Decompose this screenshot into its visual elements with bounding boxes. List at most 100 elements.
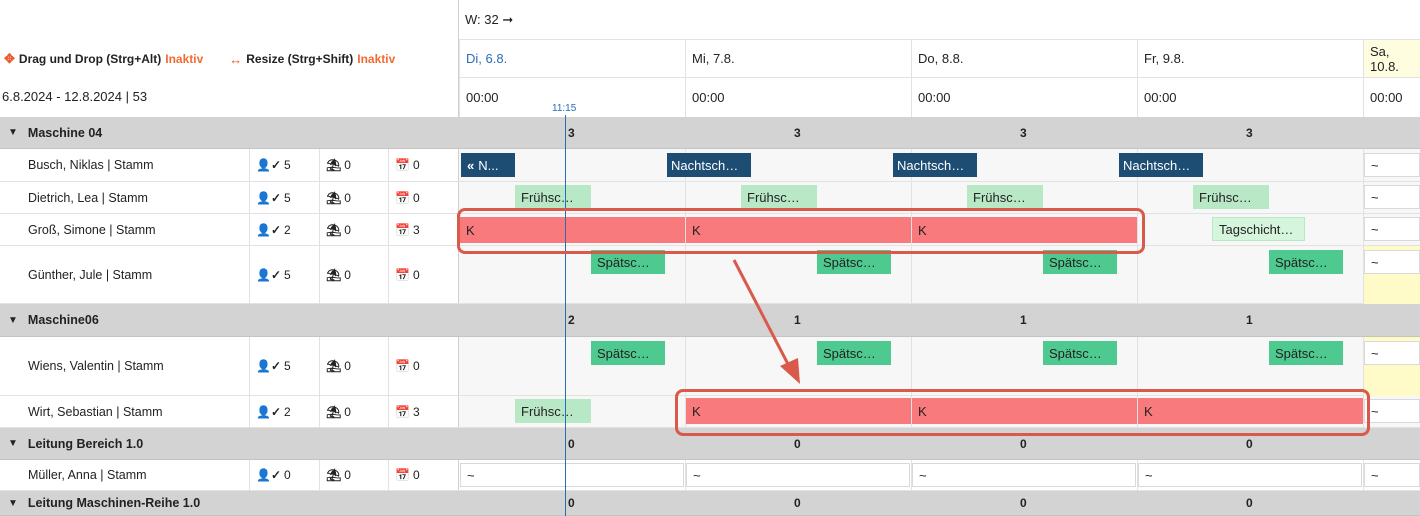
resize-toggle[interactable]: ↔ Resize (Strg+Shift) Inaktiv [225, 52, 395, 67]
group-row-leitung-maschinen-reihe[interactable]: ▼ Leitung Maschinen-Reihe 1.0 0 0 0 0 [0, 491, 1420, 516]
shift-early[interactable]: Frühsc… [515, 399, 591, 423]
empty-shift-cell[interactable]: ~ [912, 463, 1136, 487]
umbrella-icon: ⛱ [326, 267, 342, 282]
caret-down-icon[interactable]: ▼ [8, 438, 18, 449]
shift-late[interactable]: Spätsc… [817, 341, 891, 365]
shift-early[interactable]: Frühsc… [741, 185, 817, 209]
empty-shift-cell[interactable]: ~ [1364, 185, 1420, 209]
highlight-box [457, 208, 1145, 254]
employee-name: Günther, Jule | Stamm [28, 267, 153, 282]
empty-shift-cell[interactable]: ~ [1364, 153, 1420, 177]
group-count: 1 [1020, 313, 1027, 327]
shift-early[interactable]: Frühsc… [967, 185, 1043, 209]
shift-label: N... [478, 157, 499, 173]
shift-early[interactable]: Frühsc… [1193, 185, 1269, 209]
employee-row[interactable]: Günther, Jule | Stamm 👤✓ 5 ⛱ 0 📅 0 [0, 246, 459, 304]
user-check-icon: 👤✓ [256, 468, 281, 482]
shift-night[interactable]: « N... [461, 153, 515, 177]
time-header-1: 00:00 [685, 78, 911, 117]
shift-label: Spätsc… [597, 254, 650, 270]
stat-value: 3 [412, 404, 420, 419]
employee-row[interactable]: Müller, Anna | Stamm 👤✓ 0 ⛱ 0 📅 0 [0, 460, 459, 491]
shift-night[interactable]: Nachtsch… [667, 153, 751, 177]
empty-shift-cell[interactable]: ~ [1364, 399, 1420, 423]
shift-late[interactable]: Spätsc… [1269, 341, 1343, 365]
caret-down-icon[interactable]: ▼ [8, 127, 18, 138]
empty-marker: ~ [1371, 467, 1379, 483]
empty-shift-cell[interactable]: ~ [1364, 217, 1420, 241]
group-row-maschine06[interactable]: ▼ Maschine06 2 1 1 1 [0, 304, 1420, 337]
stat-vacation: ⛱ 0 [319, 246, 351, 303]
shift-label: Spätsc… [1049, 254, 1102, 270]
shift-night[interactable]: Nachtsch… [893, 153, 977, 177]
group-count: 3 [1246, 125, 1253, 140]
empty-shift-cell[interactable]: ~ [686, 463, 910, 487]
umbrella-icon: ⛱ [326, 359, 342, 373]
employee-row[interactable]: Wiens, Valentin | Stamm 👤✓ 5 ⛱ 0 📅 0 [0, 337, 459, 396]
shift-late[interactable]: Spätsc… [591, 341, 665, 365]
stat-absence: 📅 3 [388, 396, 420, 427]
empty-shift-cell[interactable]: ~ [460, 463, 684, 487]
caret-down-icon[interactable]: ▼ [8, 315, 18, 326]
empty-marker: ~ [1371, 345, 1379, 361]
stat-value: 5 [284, 359, 291, 373]
empty-shift-cell[interactable]: ~ [1364, 341, 1420, 365]
day-label: Do, 8.8. [918, 51, 964, 66]
group-count: 0 [568, 436, 575, 451]
employee-row[interactable]: Groß, Simone | Stamm 👤✓ 2 ⛱ 0 📅 3 [0, 214, 459, 246]
stat-value: 5 [284, 267, 291, 282]
employee-name: Dietrich, Lea | Stamm [28, 190, 148, 205]
group-name: Leitung Bereich 1.0 [27, 436, 144, 451]
group-row-maschine-04[interactable]: ▼ Maschine 04 3 3 3 3 [0, 117, 1420, 149]
day-label: Sa, 10.8. [1370, 43, 1399, 74]
day-header-4[interactable]: Sa, 10.8. [1363, 40, 1420, 78]
caret-down-icon[interactable]: ▼ [8, 498, 18, 509]
shift-early[interactable]: Frühsc… [515, 185, 591, 209]
group-name: Leitung Maschinen-Reihe 1.0 [27, 496, 201, 510]
stat-value: 0 [284, 468, 291, 482]
empty-marker: ~ [1145, 467, 1153, 483]
group-count: 0 [568, 496, 575, 510]
employee-name: Müller, Anna | Stamm [28, 468, 147, 482]
shift-late[interactable]: Spätsc… [1043, 341, 1117, 365]
stat-value: 2 [284, 404, 291, 419]
group-label: ▼ Leitung Bereich 1.0 [8, 428, 143, 459]
shift-label: Frühsc… [1199, 189, 1252, 205]
empty-shift-cell[interactable]: ~ [1364, 250, 1420, 274]
employee-row[interactable]: Busch, Niklas | Stamm 👤✓ 5 ⛱ 0 📅 0 [0, 149, 459, 182]
current-time-line [565, 115, 566, 516]
shift-day[interactable]: Tagschicht… [1212, 217, 1305, 241]
shift-label: Nachtsch… [1123, 157, 1191, 173]
time-header-4: 00:00 [1363, 78, 1420, 117]
group-count: 0 [794, 496, 801, 510]
drag-drop-toggle[interactable]: ✥ Drag und Drop (Strg+Alt) Inaktiv [0, 51, 203, 67]
employee-row[interactable]: Wirt, Sebastian | Stamm 👤✓ 2 ⛱ 0 📅 3 [0, 396, 459, 428]
shift-night[interactable]: Nachtsch… [1119, 153, 1203, 177]
empty-shift-cell[interactable]: ~ [1364, 463, 1420, 487]
day-header-3[interactable]: Fr, 9.8. [1137, 40, 1363, 78]
group-count: 2 [568, 313, 575, 327]
stat-value: 5 [284, 190, 291, 205]
stat-vacation: ⛱ 0 [319, 460, 351, 490]
collapse-icon[interactable]: « [467, 158, 474, 173]
day-header-2[interactable]: Do, 8.8. [911, 40, 1137, 78]
day-header-0[interactable]: Di, 6.8. [459, 40, 685, 78]
user-check-icon: 👤✓ [256, 359, 281, 373]
week-navigator[interactable]: W: 32 ➞ [459, 0, 1420, 40]
group-label: ▼ Leitung Maschinen-Reihe 1.0 [8, 491, 200, 515]
stat-value: 5 [284, 158, 291, 172]
resize-icon: ↔ [229, 51, 243, 67]
empty-shift-cell[interactable]: ~ [1138, 463, 1362, 487]
date-range: 6.8.2024 - 12.8.2024 | 53 [2, 89, 148, 104]
stat-vacation: ⛱ 0 [319, 337, 351, 395]
employee-name: Wiens, Valentin | Stamm [28, 359, 164, 373]
calendar-x-icon: 📅 [395, 359, 410, 373]
shift-late[interactable]: Spätsc… [1269, 250, 1343, 274]
stat-absence: 📅 0 [388, 337, 420, 395]
current-time-label: 11:15 [552, 103, 577, 114]
day-header-1[interactable]: Mi, 7.8. [685, 40, 911, 78]
employee-row[interactable]: Dietrich, Lea | Stamm 👤✓ 5 ⛱ 0 📅 0 [0, 182, 459, 214]
day-label: Mi, 7.8. [692, 51, 735, 66]
stat-value: 0 [412, 267, 420, 282]
time-label: 00:00 [692, 90, 725, 105]
